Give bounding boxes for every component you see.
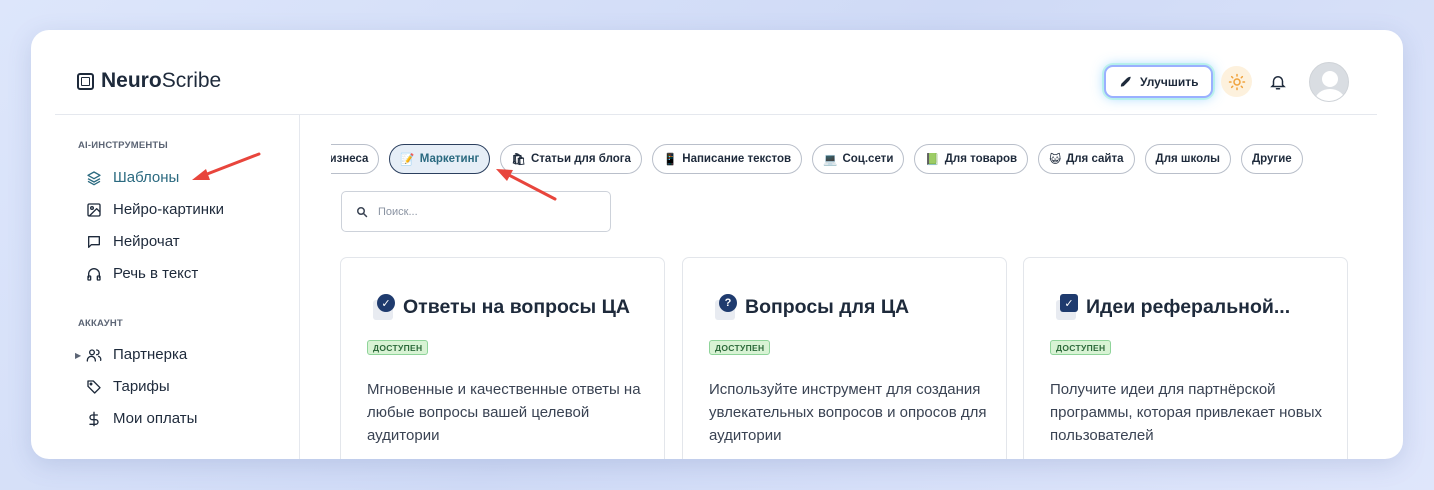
sidebar-item-label: Шаблоны — [113, 169, 180, 186]
notifications-button[interactable] — [1269, 72, 1287, 97]
card-title: Идеи реферальной... — [1086, 295, 1291, 318]
users-icon — [86, 348, 102, 362]
chip-label: Для школы — [1155, 153, 1220, 165]
tab-other[interactable]: Другие — [1240, 144, 1303, 174]
chip-label: Статьи для блога — [530, 153, 631, 165]
status-badge: ДОСТУПЕН — [1050, 340, 1112, 355]
sidebar-item-label: Мои оплаты — [113, 410, 198, 427]
status-badge: ДОСТУПЕН — [367, 340, 429, 355]
search-input[interactable]: Поиск... — [341, 191, 611, 232]
checkbox-icon: ✓ — [1056, 294, 1078, 320]
question-circle-icon: ? — [715, 294, 737, 320]
bell-icon — [1270, 76, 1286, 90]
chat-icon — [88, 235, 100, 248]
card-title: Ответы на вопросы ЦА — [403, 295, 630, 318]
shopping-bags-icon: 🛍 — [511, 154, 526, 166]
tab-for-products[interactable]: 📗 Для товаров — [914, 144, 1029, 174]
app-window: NeuroScribe Улучшить AI-ИНСТРУМЕНТЫ Шабл… — [31, 30, 1403, 459]
tag-icon — [87, 379, 101, 394]
headphones-icon — [87, 267, 101, 281]
card-description: Используйте инструмент для создания увле… — [709, 381, 987, 444]
layers-icon — [87, 170, 101, 185]
tab-blog-articles[interactable]: 🛍 Статьи для блога — [500, 144, 642, 174]
sidebar-item-neuro-images[interactable]: Нейро-картинки — [86, 201, 224, 218]
search-placeholder: Поиск... — [378, 205, 418, 218]
tab-for-website[interactable]: 😺 Для сайта — [1038, 144, 1135, 174]
status-badge: ДОСТУПЕН — [709, 340, 771, 355]
chip-label: Маркетинг — [419, 153, 480, 165]
template-card[interactable]: ? Вопросы для ЦА ДОСТУПЕН Используйте ин… — [682, 257, 1007, 459]
tab-writing-texts[interactable]: 📱 Написание текстов — [651, 144, 803, 174]
cat-face-icon: 😺 — [1049, 154, 1062, 166]
sidebar-item-label: Партнерка — [113, 346, 188, 363]
book-icon: 📗 — [925, 154, 940, 166]
upgrade-label: Улучшить — [1140, 74, 1199, 89]
phone-icon: 📱 — [662, 154, 678, 166]
top-header: NeuroScribe Улучшить — [31, 30, 1403, 115]
sidebar-item-label: Нейро-картинки — [113, 201, 224, 218]
tab-marketing[interactable]: 📝 Маркетинг — [389, 144, 491, 174]
chip-label: Для товаров — [944, 153, 1018, 165]
chip-label: Соц.сети — [842, 153, 894, 165]
laptop-icon: 💻 — [823, 154, 838, 166]
template-card[interactable]: ✓ Ответы на вопросы ЦА ДОСТУПЕН Мгновенн… — [340, 257, 665, 459]
sidebar-item-tariffs[interactable]: Тарифы — [86, 378, 170, 395]
category-tabs: Для бизнеса 📝 Маркетинг 🛍 Статьи для блога… — [331, 144, 1361, 176]
sidebar-item-neurochat[interactable]: Нейрочат — [86, 233, 180, 250]
search-icon — [357, 206, 368, 217]
logo-brand-bold: Neuro — [101, 69, 162, 92]
card-description: Получите идеи для партнёрской программы,… — [1050, 381, 1323, 444]
sidebar-item-templates[interactable]: Шаблоны — [86, 169, 179, 186]
template-card[interactable]: ✓ Идеи реферальной... ДОСТУПЕН Получите … — [1023, 257, 1348, 459]
chip-label: Для бизнеса — [331, 153, 369, 165]
sidebar-item-label: Речь в текст — [113, 265, 199, 282]
tab-business[interactable]: Для бизнеса — [331, 144, 380, 174]
chip-label: Другие — [1251, 153, 1292, 165]
section-title-tools: AI-ИНСТРУМЕНТЫ — [78, 140, 168, 151]
sidebar: AI-ИНСТРУМЕНТЫ Шаблоны Нейро-картинки Не… — [55, 115, 300, 459]
sun-icon — [1228, 73, 1245, 90]
sidebar-item-payments[interactable]: Мои оплаты — [86, 410, 197, 427]
section-title-account: АККАУНТ — [78, 318, 123, 329]
chip-label: Написание текстов — [682, 153, 792, 165]
logo-icon — [77, 72, 94, 90]
sidebar-item-label: Тарифы — [113, 378, 170, 395]
tab-for-school[interactable]: Для школы — [1144, 144, 1231, 174]
tab-social-networks[interactable]: 💻 Соц.сети — [812, 144, 905, 174]
check-circle-icon: ✓ — [373, 294, 395, 320]
card-description: Мгновенные и качественные ответы на любы… — [367, 381, 641, 444]
theme-toggle-button[interactable] — [1221, 66, 1252, 97]
rocket-icon — [1120, 76, 1131, 87]
memo-icon: 📝 — [400, 154, 415, 166]
user-avatar[interactable] — [1309, 62, 1349, 102]
image-icon — [87, 202, 101, 217]
chip-label: Для сайта — [1066, 153, 1124, 165]
sidebar-item-speech-to-text[interactable]: Речь в текст — [86, 265, 198, 282]
card-title: Вопросы для ЦА — [745, 295, 910, 318]
dollar-icon — [89, 411, 99, 426]
sidebar-item-label: Нейрочат — [113, 233, 180, 250]
logo-brand-rest: Scribe — [161, 69, 222, 92]
sidebar-item-partner[interactable]: Партнерка — [86, 346, 187, 363]
expand-caret-icon[interactable]: ▶ — [75, 351, 81, 360]
logo[interactable]: NeuroScribe — [77, 69, 221, 93]
upgrade-button[interactable]: Улучшить — [1104, 65, 1214, 98]
